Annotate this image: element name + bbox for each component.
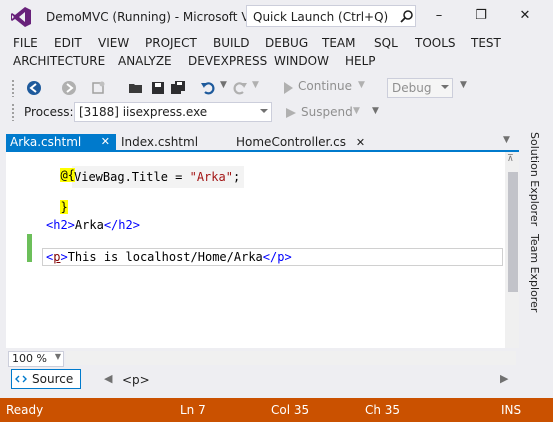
title-bar: DemoMVC (Running) - Microsoft Vi... Quic… (0, 0, 553, 34)
menu-view[interactable]: VIEW (98, 36, 129, 50)
navigate-back-icon[interactable] (26, 80, 42, 96)
close-icon[interactable]: ✕ (101, 135, 110, 148)
open-file-icon[interactable] (128, 80, 144, 96)
html-tag: <h2> (46, 218, 75, 232)
continue-play-icon[interactable] (280, 80, 296, 96)
menu-project[interactable]: PROJECT (145, 36, 197, 50)
toolbar-overflow-icon[interactable]: ▼ (372, 106, 379, 116)
menu-window[interactable]: WINDOW (274, 54, 329, 68)
code-text: ViewBag.Title = (74, 170, 190, 184)
source-label: Source (32, 372, 74, 386)
menu-debug[interactable]: DEBUG (265, 36, 308, 50)
solution-explorer-tab[interactable]: Solution Explorer (528, 132, 541, 226)
horizontal-scrollbar[interactable] (66, 351, 516, 365)
undo-icon[interactable] (200, 80, 216, 96)
chevron-down-icon (260, 109, 268, 113)
solution-configuration-select[interactable]: Debug (387, 78, 453, 98)
standard-toolbar: ▼ ▼ Continue ▼ Debug ▼ (0, 76, 553, 100)
menu-sql[interactable]: SQL (374, 36, 398, 50)
string-literal: "Arka" (189, 170, 233, 184)
save-all-icon[interactable] (170, 80, 186, 96)
tab-label: Arka.cshtml (10, 135, 82, 149)
source-view-icon (15, 375, 27, 383)
menu-analyze[interactable]: ANALYZE (118, 54, 172, 68)
navigate-forward-icon[interactable] (61, 80, 77, 96)
status-line: Ln 7 (180, 403, 206, 417)
status-insert-mode: INS (501, 403, 522, 417)
split-icon[interactable]: ⊼ (507, 154, 514, 164)
document-tabs: Arka.cshtml ✕ Index.cshtml HomeControlle… (0, 132, 553, 152)
code-line-2[interactable]: ViewBag.Title = "Arka"; (74, 170, 240, 184)
menu-bar-row2: ARCHITECTURE ANALYZE DEVEXPRESS WINDOW H… (0, 52, 553, 72)
html-text: Arka (74, 218, 104, 232)
continue-dropdown-icon[interactable]: ▼ (358, 80, 365, 90)
menu-devexpress[interactable]: DEVEXPRESS (188, 54, 267, 68)
process-select[interactable]: [3188] iisexpress.exe (74, 102, 272, 122)
menu-build[interactable]: BUILD (213, 36, 249, 50)
tag-navigate-right-icon[interactable]: ▶ (500, 372, 508, 385)
suspend-dropdown-icon[interactable]: ▼ (353, 106, 360, 116)
window-title: DemoMVC (Running) - Microsoft Vi... (46, 10, 265, 24)
status-bar: Ready Ln 7 Col 35 Ch 35 INS (0, 398, 553, 422)
toolbar-grip[interactable] (11, 79, 15, 97)
redo-dropdown-icon[interactable]: ▼ (252, 80, 259, 90)
toolbar-grip[interactable] (11, 103, 15, 121)
menu-bar: FILE EDIT VIEW PROJECT BUILD DEBUG TEAM … (0, 34, 553, 54)
change-tracking-marker (27, 234, 32, 262)
code-line-1[interactable]: @{ (46, 154, 75, 182)
menu-architecture[interactable]: ARCHITECTURE (13, 54, 105, 68)
debug-location-toolbar: Process: [3188] iisexpress.exe Suspend ▼… (0, 100, 553, 124)
menu-file[interactable]: FILE (13, 36, 38, 50)
close-button[interactable]: ✕ (511, 6, 539, 26)
tag-path-breadcrumb[interactable]: <p> (122, 373, 150, 387)
tag-navigate-left-icon[interactable]: ◀ (104, 372, 112, 385)
menu-edit[interactable]: EDIT (54, 36, 82, 50)
chevron-down-icon (441, 85, 449, 89)
code-text: ; (232, 170, 241, 184)
redo-icon[interactable] (232, 80, 248, 96)
tab-list-dropdown-icon[interactable]: ▼ (503, 135, 510, 145)
razor-open-brace: @{ (60, 168, 75, 182)
suspend-icon[interactable] (283, 105, 299, 121)
html-text: This is localhost/Home/Arka (67, 250, 263, 264)
code-line-7[interactable]: <p>This is localhost/Home/Arka</p> (46, 250, 292, 264)
team-explorer-tab[interactable]: Team Explorer (528, 234, 541, 312)
configuration-value: Debug (392, 81, 432, 95)
status-column: Col 35 (271, 403, 310, 417)
new-project-icon[interactable] (90, 80, 106, 96)
menu-help[interactable]: HELP (345, 54, 376, 68)
tab-label: HomeController.cs (236, 135, 347, 149)
close-icon[interactable]: ✕ (356, 136, 365, 149)
continue-button[interactable]: Continue (298, 79, 352, 93)
suspend-button[interactable]: Suspend (301, 105, 353, 119)
code-line-5[interactable]: <h2>Arka</h2> (46, 218, 140, 232)
process-label: Process: (24, 105, 74, 119)
process-value: [3188] iisexpress.exe (79, 105, 208, 119)
status-char: Ch 35 (365, 403, 401, 417)
quick-launch-input[interactable]: Quick Launch (Ctrl+Q) (246, 5, 416, 27)
search-icon[interactable] (400, 9, 414, 23)
scrollbar-thumb[interactable] (508, 172, 518, 292)
visual-studio-logo-icon (11, 7, 31, 27)
html-tag: </h2> (103, 218, 140, 232)
save-icon[interactable] (150, 80, 166, 96)
menu-tools[interactable]: TOOLS (415, 36, 456, 50)
minimize-button[interactable]: – (425, 6, 453, 26)
razor-close-brace: } (60, 200, 68, 214)
zoom-value: 100 % (12, 352, 47, 365)
toolbar-overflow-icon[interactable]: ▼ (460, 80, 467, 90)
tab-label: Index.cshtml (121, 135, 199, 149)
chevron-down-icon: ▼ (54, 352, 61, 361)
html-tag: > (60, 250, 68, 264)
menu-team[interactable]: TEAM (322, 36, 355, 50)
html-tag: </p> (262, 250, 292, 264)
menu-test[interactable]: TEST (471, 36, 501, 50)
status-state: Ready (6, 403, 44, 417)
restore-button[interactable]: ❐ (467, 6, 495, 26)
code-line-3[interactable]: } (46, 186, 68, 214)
undo-dropdown-icon[interactable]: ▼ (220, 80, 227, 90)
zoom-select[interactable]: 100 % ▼ (8, 351, 64, 367)
